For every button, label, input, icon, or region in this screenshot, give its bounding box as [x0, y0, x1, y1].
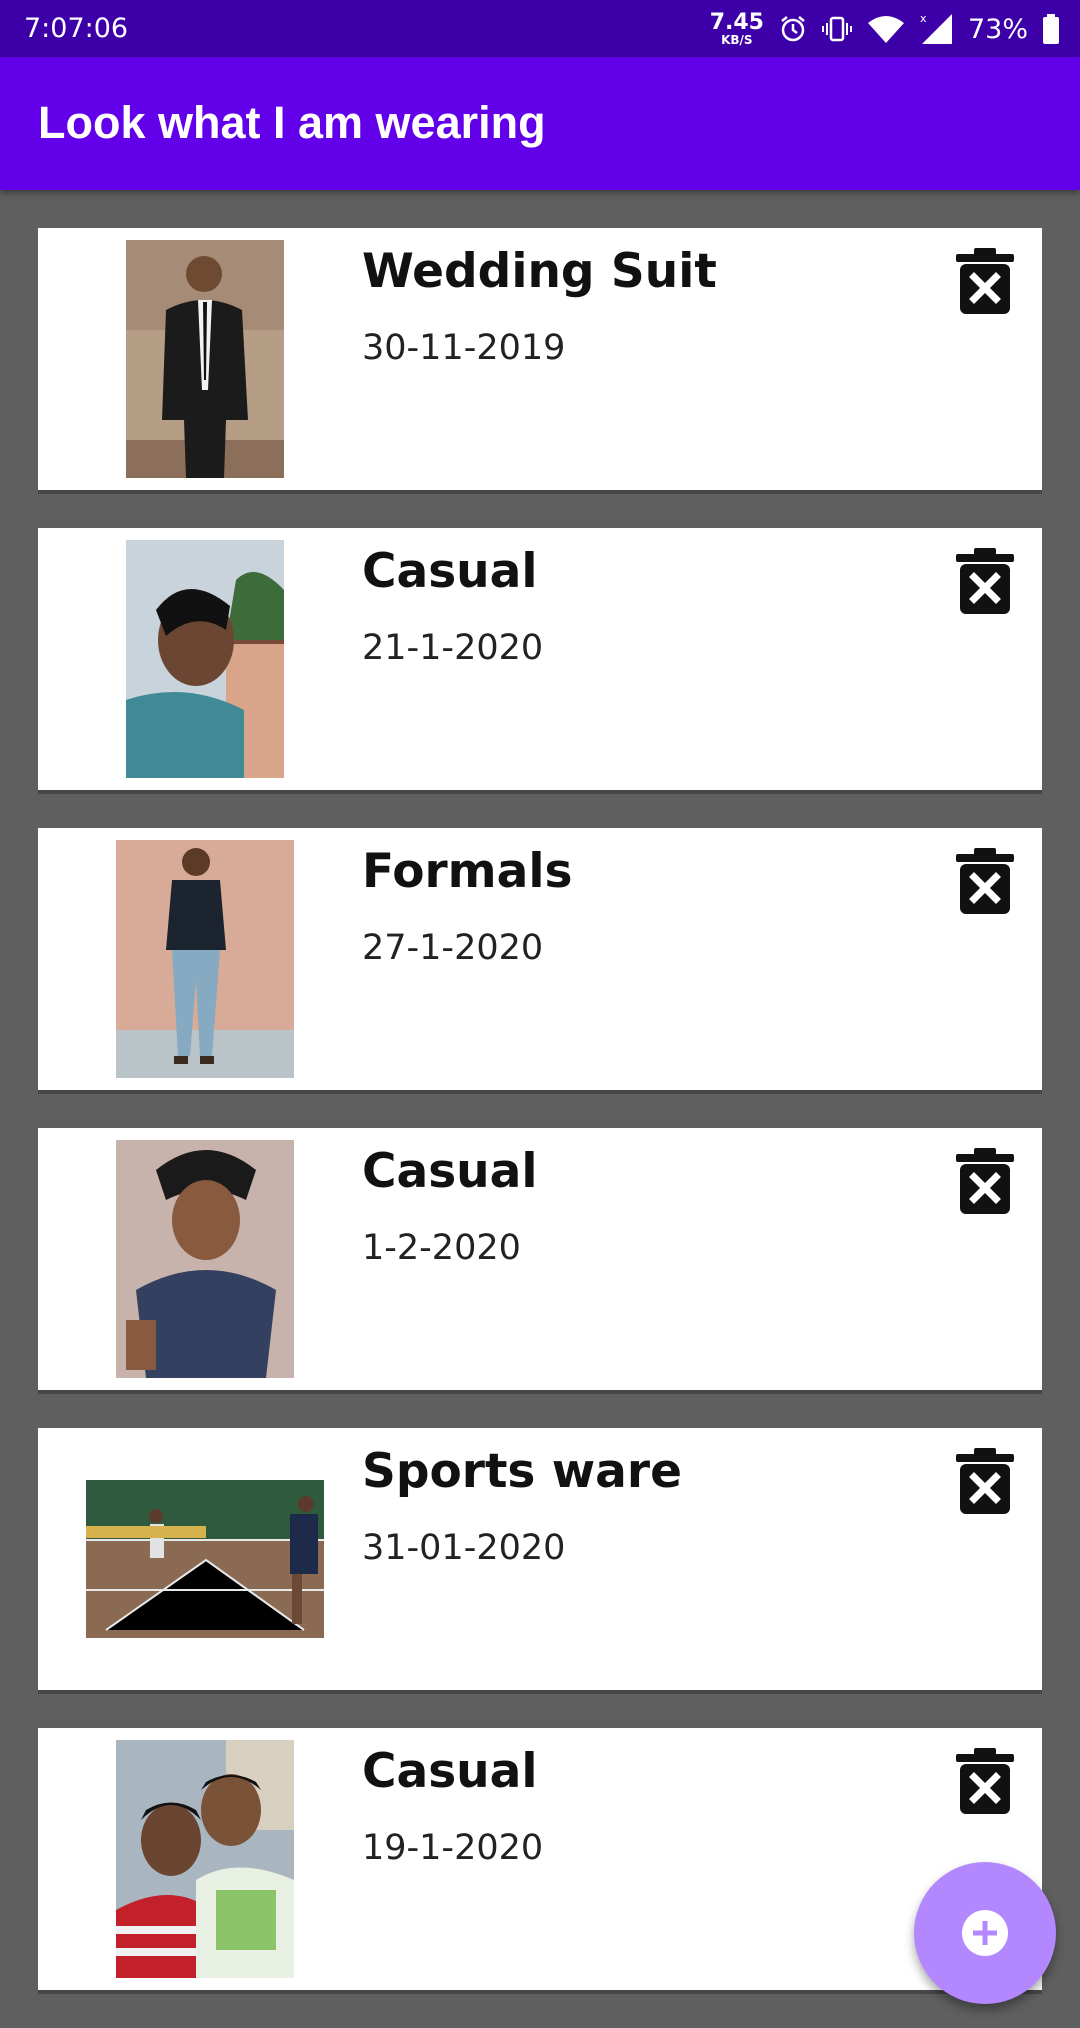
outfit-photo: [116, 1740, 294, 1978]
delete-forever-icon[interactable]: [956, 1748, 1014, 1814]
outfit-card[interactable]: Sports ware 31-01-2020: [38, 1428, 1042, 1690]
outfit-name: Casual: [362, 1144, 538, 1199]
outfit-photo: [86, 1480, 324, 1638]
outfit-date: 21-1-2020: [362, 628, 544, 668]
svg-text:x: x: [920, 12, 927, 25]
outfit-name: Formals: [362, 844, 573, 899]
outfit-card[interactable]: Wedding Suit 30-11-2019: [38, 228, 1042, 490]
outfit-date: 30-11-2019: [362, 328, 566, 368]
status-bar: 7:07:06 7.45 KB/S x 73%: [0, 0, 1080, 57]
outfit-name: Sports ware: [362, 1444, 682, 1499]
outfit-card[interactable]: Casual 1-2-2020: [38, 1128, 1042, 1390]
outfit-date: 1-2-2020: [362, 1228, 521, 1268]
delete-forever-icon[interactable]: [956, 548, 1014, 614]
alarm-icon: [781, 16, 805, 42]
signal-icon: x: [920, 12, 952, 44]
add-outfit-button[interactable]: [914, 1862, 1056, 2004]
delete-forever-icon[interactable]: [956, 1448, 1014, 1514]
vibrate-icon: [821, 16, 852, 42]
outfit-name: Casual: [362, 1744, 538, 1799]
outfit-date: 19-1-2020: [362, 1828, 544, 1868]
delete-forever-icon[interactable]: [956, 248, 1014, 314]
network-speed: 7.45 KB/S: [709, 10, 764, 47]
add-circle-icon: [962, 1910, 1008, 1956]
wifi-icon: [867, 16, 904, 43]
delete-forever-icon[interactable]: [956, 1148, 1014, 1214]
outfit-date: 27-1-2020: [362, 928, 544, 968]
app-bar: Look what I am wearing: [0, 57, 1080, 190]
battery-percent: 73%: [967, 13, 1028, 45]
outfit-photo: [126, 240, 284, 478]
outfit-name: Casual: [362, 544, 538, 599]
outfit-name: Wedding Suit: [362, 244, 717, 299]
outfit-card[interactable]: Formals 27-1-2020: [38, 828, 1042, 1090]
app-title: Look what I am wearing: [38, 97, 546, 148]
outfit-card[interactable]: Casual 19-1-2020: [38, 1728, 1042, 1990]
status-icons: 7.45 KB/S x 73%: [710, 8, 1060, 50]
delete-forever-icon[interactable]: [956, 848, 1014, 914]
network-speed-value: 7.45: [709, 10, 764, 35]
status-time: 7:07:06: [24, 13, 129, 44]
outfit-photo: [116, 840, 294, 1078]
network-speed-unit: KB/S: [721, 33, 753, 47]
outfit-card[interactable]: Casual 21-1-2020: [38, 528, 1042, 790]
battery-icon: [1043, 14, 1059, 44]
outfit-photo: [126, 540, 284, 778]
outfit-photo: [116, 1140, 294, 1378]
outfit-date: 31-01-2020: [362, 1528, 566, 1568]
